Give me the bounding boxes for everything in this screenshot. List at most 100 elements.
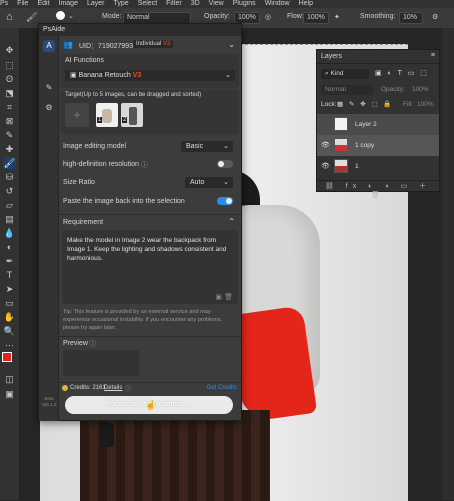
psaide-title[interactable]: PsAide [39,24,241,36]
kind-value: Kind [330,70,344,77]
menu-layer[interactable]: Layer [87,0,105,7]
healing-brush-icon[interactable]: ✚ [3,143,16,155]
filter-type-icons[interactable]: ▣ ◐ T ▭ ⬚ [375,69,429,77]
get-credits-link[interactable]: Get Credits [207,385,237,391]
tools-panel: ✥ ⬚ ʘ ⬔ ⌗ ⊠ ✎ ✚ 🖌 ⛁ ↺ ▱ ▤ 💧 ◐ ✒ T ➤ ▭ ✋ … [0,28,20,500]
chevron-down-icon[interactable]: ⌄ [68,12,74,20]
object-select-icon[interactable]: ⬔ [3,87,16,99]
marquee-tool-icon[interactable]: ⬚ [3,59,16,71]
preview-row: Preview ⓘ [59,336,241,348]
crop-tool-icon[interactable]: ⌗ [3,101,16,113]
coin-icon [62,385,68,391]
quick-mask-icon[interactable]: ◫ [3,373,16,385]
lock-icons[interactable]: ▦ ✎ ✥ ⬚ 🔒 [337,100,394,108]
plan-badge: Individual V3 [133,40,174,48]
add-image-button[interactable]: + [65,103,89,127]
airbrush-icon[interactable]: ✦ [334,13,340,21]
paste-toggle[interactable] [217,197,233,205]
pen-tool-icon[interactable]: ✒ [3,255,16,267]
menu-filter[interactable]: Filter [166,0,182,7]
menu-image[interactable]: Image [59,0,78,7]
layers-footer-icons[interactable]: ⛓ fx ◐ ◑ ▭ ＋ 🗑 [317,180,439,199]
layer-opacity-value[interactable]: 100% [412,86,429,93]
logo-icon[interactable]: A [43,40,55,52]
more-tools-icon[interactable]: ⋯ [3,339,16,351]
eyedropper-icon[interactable]: ✎ [3,129,16,141]
brush-preset-icon[interactable]: 🖌 [26,12,37,23]
menu-file[interactable]: File [17,0,28,7]
stamp-tool-icon[interactable]: ⛁ [3,171,16,183]
gradient-tool-icon[interactable]: ▤ [3,213,16,225]
image-index-1: 1 [97,117,103,123]
hd-label: high-definition resolution [63,161,139,168]
info-icon[interactable]: ⓘ [141,160,148,170]
target-image-1[interactable]: 1 [96,103,118,127]
eye-visibility-icon[interactable]: 👁 [321,162,330,170]
hd-toggle[interactable] [217,160,233,168]
edit-pen-icon[interactable]: ✎ [43,82,55,94]
path-select-icon[interactable]: ➤ [3,283,16,295]
move-tool-icon[interactable]: ✥ [3,44,16,56]
history-brush-icon[interactable]: ↺ [3,185,16,197]
smoothing-field[interactable]: 10% [399,12,423,24]
eye-visibility-icon[interactable]: 👁 [321,141,330,149]
requirement-textarea[interactable]: Make the model in Image 2 wear the backp… [62,230,238,304]
info-icon[interactable]: ⓘ [89,339,96,349]
image-model-select[interactable]: Basic ⌄ [181,141,233,152]
blur-tool-icon[interactable]: 💧 [3,227,16,239]
flow-field[interactable]: 100% [303,12,329,24]
type-tool-icon[interactable]: T [3,269,16,281]
hand-tool-icon[interactable]: ✋ [3,311,16,323]
menu-window[interactable]: Window [265,0,290,7]
home-icon[interactable]: ⌂ [6,11,13,23]
fill-value[interactable]: 100% [417,101,434,108]
brush-size-dot[interactable] [56,11,65,20]
blend-mode-select[interactable]: Normal [321,85,373,95]
menu-select[interactable]: Select [138,0,157,7]
chevron-up-icon[interactable]: ⌃ [228,217,235,226]
function-select[interactable]: ▣ Banana Retouch V3 ⌄ [65,70,235,81]
rectangle-tool-icon[interactable]: ▭ [3,297,16,309]
layer-row[interactable]: 👁 1 [317,156,439,177]
layers-panel: Layers ≡ ⌕ Kind ▣ ◐ T ▭ ⬚ Normal Opacity… [316,49,440,199]
image-model-label: Image editing model [63,143,127,150]
layer-row[interactable]: Layer 2 [317,114,439,135]
hd-row: high-definition resolution ⓘ [59,159,241,171]
target-image-2[interactable]: 2 [121,103,143,127]
chevron-down-icon[interactable]: ⌄ [228,40,235,49]
dodge-tool-icon[interactable]: ◐ [3,241,16,253]
image-insert-icon[interactable]: ▣ [215,293,222,301]
trash-icon[interactable]: 🗑 [224,293,233,301]
ai-functions-label: AI Functions [65,57,104,64]
menu-plugins[interactable]: Plugins [233,0,256,7]
menu-ps[interactable]: Ps [0,0,8,7]
brush-tool-icon[interactable]: 🖌 [3,157,16,169]
layers-title[interactable]: Layers [317,50,439,64]
pressure-opacity-icon[interactable]: ◎ [265,13,271,21]
menu-help[interactable]: Help [299,0,313,7]
menu-edit[interactable]: Edit [37,0,49,7]
menu-3d[interactable]: 3D [191,0,200,7]
image-model-row: Image editing model Basic ⌄ [59,141,241,153]
uid-row: 👥 UID：719027993 Individual V3 ⌄ [59,38,241,52]
size-ratio-select[interactable]: Auto ⌄ [185,177,233,188]
target-label: Target(Up to 5 images, can be dragged an… [65,92,202,98]
filter-kind-select[interactable]: ⌕ Kind [321,69,369,79]
panel-menu-icon[interactable]: ≡ [431,52,435,59]
eraser-tool-icon[interactable]: ▱ [3,199,16,211]
layer-row[interactable]: 👁 1 copy [317,135,439,156]
info-icon[interactable]: ⓘ [125,384,131,393]
cursor-icon: ☝ [145,400,157,410]
lasso-tool-icon[interactable]: ʘ [3,73,16,85]
screen-mode-icon[interactable]: ▣ [3,388,16,400]
flow-value: 100% [307,14,325,21]
details-link[interactable]: Details [104,385,122,391]
foreground-color-swatch[interactable] [2,352,12,362]
frame-tool-icon[interactable]: ⊠ [3,115,16,127]
settings-gear-icon[interactable]: ⚙ [43,102,55,114]
menu-view[interactable]: View [209,0,224,7]
zoom-tool-icon[interactable]: 🔍 [3,325,16,337]
requirement-header[interactable]: Requirement ⌃ [59,214,241,226]
menu-type[interactable]: Type [114,0,129,7]
settings-gear-icon[interactable]: ⚙ [432,13,438,21]
